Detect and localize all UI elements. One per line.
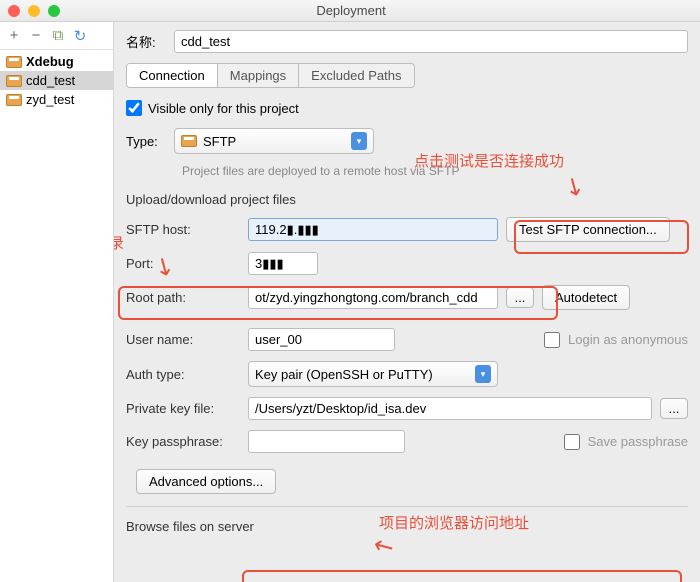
browse-key-button[interactable]: ... bbox=[660, 398, 688, 419]
visible-only-label: Visible only for this project bbox=[148, 101, 299, 116]
tab-connection[interactable]: Connection bbox=[127, 64, 218, 87]
type-value: SFTP bbox=[203, 134, 236, 149]
autodetect-button[interactable]: Autodetect bbox=[542, 285, 630, 310]
divider bbox=[126, 506, 688, 507]
private-key-input[interactable] bbox=[248, 397, 652, 420]
annotation-arrow: ↘ bbox=[368, 529, 400, 564]
type-select[interactable]: SFTP ▾ bbox=[174, 128, 374, 154]
tab-mappings[interactable]: Mappings bbox=[218, 64, 299, 87]
upload-section-title: Upload/download project files bbox=[126, 192, 688, 207]
sftp-icon bbox=[6, 75, 22, 87]
annotation-root: 线上项目所在目录 bbox=[114, 232, 124, 253]
sidebar: + − ⧉ ↻ Xdebug cdd_test zyd_test bbox=[0, 22, 114, 582]
chevron-down-icon: ▾ bbox=[351, 132, 367, 150]
test-connection-button[interactable]: Test SFTP connection... bbox=[506, 217, 670, 242]
tab-excluded-paths[interactable]: Excluded Paths bbox=[299, 64, 413, 87]
copy-icon[interactable]: ⧉ bbox=[48, 27, 68, 44]
type-hint: Project files are deployed to a remote h… bbox=[182, 164, 688, 178]
tree-item-cdd-test[interactable]: cdd_test bbox=[0, 71, 113, 90]
passphrase-label: Key passphrase: bbox=[126, 434, 240, 449]
advanced-options-button[interactable]: Advanced options... bbox=[136, 469, 276, 494]
auth-type-select[interactable]: Key pair (OpenSSH or PuTTY) ▾ bbox=[248, 361, 498, 387]
name-input[interactable] bbox=[174, 30, 688, 53]
private-key-label: Private key file: bbox=[126, 401, 240, 416]
sidebar-toolbar: + − ⧉ ↻ bbox=[0, 22, 113, 50]
save-passphrase-label: Save passphrase bbox=[588, 434, 688, 449]
auth-type-label: Auth type: bbox=[126, 367, 240, 382]
login-anonymous-checkbox[interactable] bbox=[544, 332, 560, 348]
add-icon[interactable]: + bbox=[4, 27, 24, 44]
root-path-input[interactable] bbox=[248, 286, 498, 309]
window-title: Deployment bbox=[10, 3, 692, 18]
remove-icon[interactable]: − bbox=[26, 27, 46, 44]
tabs: Connection Mappings Excluded Paths bbox=[126, 63, 415, 88]
sftp-icon bbox=[6, 94, 22, 106]
chevron-down-icon: ▾ bbox=[475, 365, 491, 383]
username-label: User name: bbox=[126, 332, 240, 347]
main-panel: 名称: Connection Mappings Excluded Paths V… bbox=[114, 22, 700, 582]
titlebar: Deployment bbox=[0, 0, 700, 22]
passphrase-input[interactable] bbox=[248, 430, 405, 453]
username-input[interactable] bbox=[248, 328, 395, 351]
tree-label: zyd_test bbox=[26, 92, 74, 107]
sftp-icon bbox=[181, 135, 197, 147]
login-anonymous-label: Login as anonymous bbox=[568, 332, 688, 347]
browse-root-button[interactable]: ... bbox=[506, 287, 534, 308]
host-label: SFTP host: bbox=[126, 222, 240, 237]
host-input[interactable] bbox=[248, 218, 498, 241]
highlight-browse bbox=[242, 570, 682, 582]
tree-label: Xdebug bbox=[26, 54, 74, 69]
server-tree: Xdebug cdd_test zyd_test bbox=[0, 50, 113, 111]
root-path-label: Root path: bbox=[126, 290, 240, 305]
type-label: Type: bbox=[126, 134, 174, 149]
auth-type-value: Key pair (OpenSSH or PuTTY) bbox=[255, 367, 433, 382]
tree-item-zyd-test[interactable]: zyd_test bbox=[0, 90, 113, 109]
port-input[interactable] bbox=[248, 252, 318, 275]
name-label: 名称: bbox=[126, 32, 174, 51]
browse-section-title: Browse files on server bbox=[126, 519, 688, 534]
refresh-icon[interactable]: ↻ bbox=[70, 27, 90, 45]
save-passphrase-checkbox[interactable] bbox=[564, 434, 580, 450]
sftp-icon bbox=[6, 56, 22, 68]
tree-label: cdd_test bbox=[26, 73, 75, 88]
tree-item-xdebug[interactable]: Xdebug bbox=[0, 52, 113, 71]
port-label: Port: bbox=[126, 256, 240, 271]
visible-only-checkbox[interactable] bbox=[126, 100, 142, 116]
